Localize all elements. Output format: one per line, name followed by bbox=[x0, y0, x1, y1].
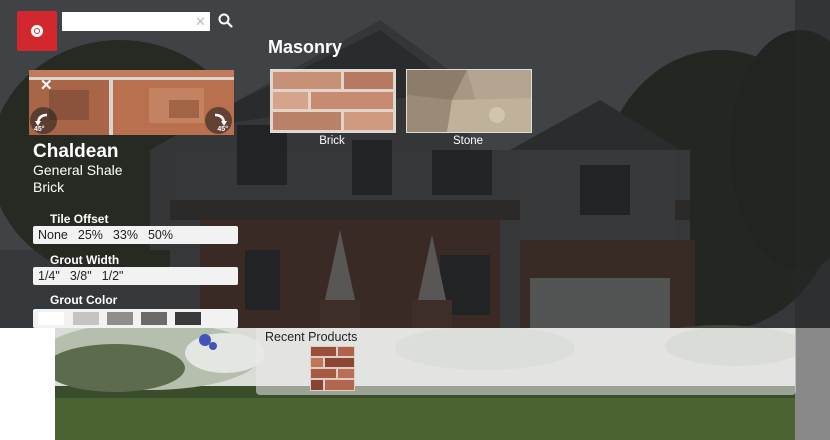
close-swatch-icon[interactable]: ✕ bbox=[40, 78, 53, 93]
category-title: Masonry bbox=[268, 37, 343, 57]
search-icon[interactable] bbox=[217, 12, 235, 30]
grout-color-chip[interactable] bbox=[73, 312, 99, 325]
rotate-left-label: 45° bbox=[34, 126, 45, 133]
rotate-left-button[interactable]: 45° bbox=[30, 107, 57, 134]
grout-width-label: Grout Width bbox=[50, 253, 120, 267]
grout-width-option[interactable]: 1/4" bbox=[38, 269, 60, 283]
grout-color-options bbox=[33, 309, 238, 328]
product-name: Chaldean bbox=[33, 141, 119, 162]
grout-color-chip[interactable] bbox=[141, 312, 167, 325]
grout-color-chip[interactable] bbox=[107, 312, 133, 325]
grout-width-options: 1/4" 3/8" 1/2" bbox=[33, 267, 238, 285]
product-type: Brick bbox=[33, 179, 65, 195]
scene-right-edge bbox=[795, 0, 830, 440]
tile-offset-options: None 25% 33% 50% bbox=[33, 226, 238, 244]
grout-width-option[interactable]: 1/2" bbox=[102, 269, 124, 283]
home-logo-button[interactable] bbox=[17, 11, 57, 51]
recent-products-panel: Recent Products bbox=[256, 328, 796, 395]
grout-color-chip[interactable] bbox=[38, 312, 64, 325]
category-stone-label: Stone bbox=[452, 135, 484, 147]
logo-icon bbox=[31, 25, 43, 37]
search-input[interactable] bbox=[62, 12, 210, 31]
rotate-right-button[interactable]: 45° bbox=[205, 107, 232, 134]
tile-offset-option[interactable]: 25% bbox=[78, 228, 103, 242]
category-brick-label: Brick bbox=[319, 135, 345, 147]
recent-product-thumb[interactable] bbox=[310, 346, 355, 391]
tile-offset-option[interactable]: 50% bbox=[148, 228, 173, 242]
tile-offset-option[interactable]: None bbox=[38, 228, 68, 242]
category-brick-tile[interactable] bbox=[270, 69, 396, 133]
clear-search-icon[interactable]: ✕ bbox=[195, 14, 206, 29]
product-manufacturer: General Shale bbox=[33, 162, 123, 178]
rotate-right-label: 45° bbox=[217, 126, 228, 133]
recent-products-title: Recent Products bbox=[265, 330, 358, 344]
grout-width-option[interactable]: 3/8" bbox=[70, 269, 92, 283]
grout-color-label: Grout Color bbox=[50, 293, 118, 307]
category-stone-tile[interactable] bbox=[406, 69, 532, 133]
grout-color-chip[interactable] bbox=[175, 312, 201, 325]
tile-offset-option[interactable]: 33% bbox=[113, 228, 138, 242]
tile-offset-label: Tile Offset bbox=[50, 212, 109, 226]
selected-product-swatch bbox=[29, 70, 234, 135]
